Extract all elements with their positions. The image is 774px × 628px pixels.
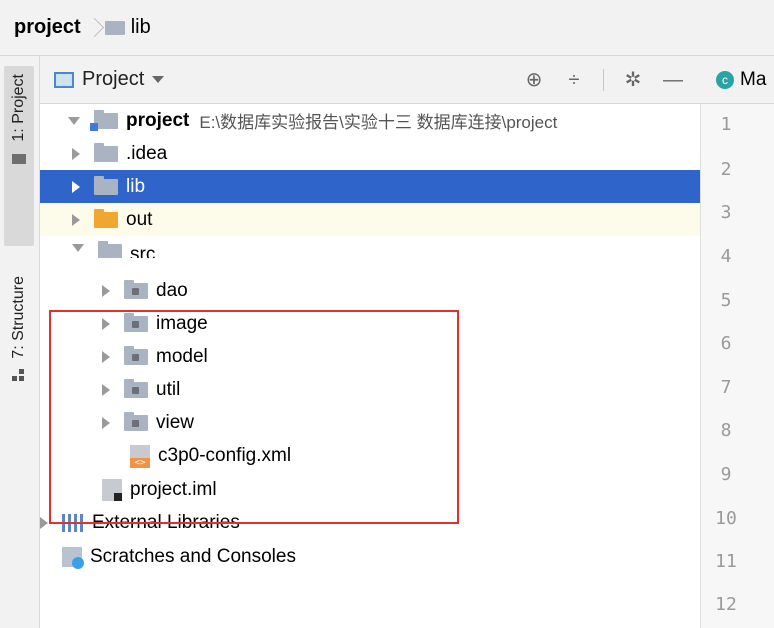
tree-row-label: dao bbox=[156, 279, 188, 301]
folder-icon bbox=[12, 153, 26, 164]
tree-row-out[interactable]: out bbox=[40, 203, 732, 236]
breadcrumb-project[interactable]: project bbox=[14, 16, 81, 39]
package-icon bbox=[124, 312, 148, 332]
chevron-right-icon[interactable] bbox=[102, 350, 110, 363]
package-icon bbox=[124, 345, 148, 365]
panel-header: Project ⊕ ÷ ✲ — bbox=[40, 56, 700, 104]
tree-row-label: lib bbox=[126, 175, 146, 197]
tree-row-label: out bbox=[126, 208, 153, 230]
package-icon bbox=[124, 279, 148, 299]
line-number: 1 bbox=[720, 114, 732, 135]
tree-row-label: Scratches and Consoles bbox=[90, 545, 296, 567]
scratches-icon bbox=[62, 546, 84, 569]
editor-tab-bar: c Ma bbox=[700, 56, 774, 104]
line-number: 8 bbox=[720, 420, 732, 441]
tree-row-label: .idea bbox=[126, 142, 168, 164]
chevron-right-icon[interactable] bbox=[72, 147, 80, 160]
package-icon bbox=[124, 411, 148, 431]
tree-row-label: util bbox=[156, 378, 181, 400]
tree-row-label: model bbox=[156, 345, 208, 367]
side-tab-structure-label: 7: Structure bbox=[10, 276, 27, 359]
tree-row-path: E:\数据库实验报告\实验十三 数据库连接\project bbox=[199, 113, 558, 132]
tree-row-label: view bbox=[156, 411, 195, 433]
side-tab-structure[interactable]: 7: Structure bbox=[4, 276, 34, 406]
breadcrumb: project lib bbox=[0, 0, 774, 56]
tree-row-idea[interactable]: .idea bbox=[40, 137, 732, 170]
module-folder-icon bbox=[90, 109, 118, 131]
package-icon bbox=[124, 378, 148, 398]
editor-gutter: 1 2 3 4 5 6 7 8 9 10 11 12 bbox=[700, 104, 774, 628]
side-tab-project-label: 1: Project bbox=[10, 74, 27, 142]
tree-row-label: image bbox=[156, 312, 208, 334]
tree-row-src[interactable]: src bbox=[40, 236, 700, 258]
tree-row-model[interactable]: model bbox=[40, 340, 762, 373]
chevron-right-icon[interactable] bbox=[102, 383, 110, 396]
chevron-right-icon[interactable] bbox=[40, 516, 48, 529]
tree-row-label: src bbox=[130, 244, 156, 258]
chevron-down-icon[interactable] bbox=[72, 244, 84, 252]
minimize-icon[interactable]: — bbox=[662, 69, 684, 91]
chevron-right-icon[interactable] bbox=[102, 416, 110, 429]
chevron-right-icon[interactable] bbox=[102, 284, 110, 297]
tree-row-project-iml[interactable]: project.iml bbox=[40, 473, 762, 506]
gear-icon[interactable]: ✲ bbox=[622, 69, 644, 91]
tree-row-label: project.iml bbox=[130, 478, 217, 500]
line-number: 6 bbox=[720, 333, 732, 354]
tree-row-util[interactable]: util bbox=[40, 373, 762, 406]
chevron-down-icon[interactable] bbox=[152, 76, 165, 83]
project-tree: project E:\数据库实验报告\实验十三 数据库连接\project .i… bbox=[40, 104, 732, 628]
structure-icon bbox=[12, 368, 26, 383]
iml-file-icon bbox=[102, 478, 122, 501]
line-number: 7 bbox=[720, 377, 732, 398]
tree-row-dao[interactable]: dao bbox=[40, 274, 762, 307]
breadcrumb-separator-icon bbox=[87, 17, 97, 39]
line-number: 2 bbox=[720, 159, 732, 180]
editor-tab-main[interactable]: Ma bbox=[740, 69, 766, 91]
chevron-right-icon[interactable] bbox=[102, 317, 110, 330]
excluded-folder-icon bbox=[94, 208, 118, 228]
tree-row-project[interactable]: project E:\数据库实验报告\实验十三 数据库连接\project bbox=[40, 104, 728, 137]
tree-row-external-libraries[interactable]: External Libraries bbox=[40, 506, 700, 539]
tree-row-label: External Libraries bbox=[92, 511, 240, 533]
java-class-icon: c bbox=[716, 70, 734, 89]
tree-row-label: project bbox=[126, 109, 190, 131]
line-number: 5 bbox=[720, 290, 732, 311]
side-tab-project[interactable]: 1: Project bbox=[4, 66, 34, 246]
chevron-right-icon[interactable] bbox=[72, 213, 80, 226]
tree-row-lib[interactable]: lib bbox=[40, 170, 732, 203]
line-number: 9 bbox=[720, 464, 732, 485]
panel-title[interactable]: Project bbox=[82, 68, 144, 91]
xml-file-icon bbox=[130, 444, 150, 468]
line-number: 10 bbox=[715, 508, 737, 529]
project-panel: Project ⊕ ÷ ✲ — project E:\数据库实验报告\实验十三 … bbox=[40, 56, 732, 628]
line-number: 3 bbox=[720, 202, 732, 223]
toolbar-divider bbox=[603, 69, 604, 91]
collapse-all-icon[interactable]: ÷ bbox=[563, 69, 585, 91]
folder-icon bbox=[94, 175, 118, 195]
source-folder-icon bbox=[98, 241, 122, 258]
tree-row-view[interactable]: view bbox=[40, 406, 762, 439]
panel-toolbar: ⊕ ÷ ✲ — bbox=[523, 56, 684, 104]
chevron-right-icon[interactable] bbox=[72, 180, 80, 193]
line-number: 4 bbox=[720, 246, 732, 267]
library-icon bbox=[62, 513, 84, 532]
breadcrumb-folder-lib[interactable]: lib bbox=[131, 16, 151, 39]
folder-icon bbox=[104, 20, 125, 35]
project-view-icon bbox=[54, 71, 74, 88]
folder-icon bbox=[94, 142, 118, 162]
tree-row-label: c3p0-config.xml bbox=[158, 444, 292, 466]
tree-row-image[interactable]: image bbox=[40, 307, 762, 340]
tool-window-strip: 1: Project 7: Structure bbox=[0, 56, 40, 628]
locate-icon[interactable]: ⊕ bbox=[523, 69, 545, 91]
line-number: 12 bbox=[715, 594, 737, 615]
chevron-down-icon[interactable] bbox=[68, 116, 80, 125]
tree-row-scratches[interactable]: Scratches and Consoles bbox=[40, 540, 722, 573]
line-number: 11 bbox=[715, 551, 737, 572]
tree-row-c3p0-config[interactable]: c3p0-config.xml bbox=[40, 439, 774, 472]
